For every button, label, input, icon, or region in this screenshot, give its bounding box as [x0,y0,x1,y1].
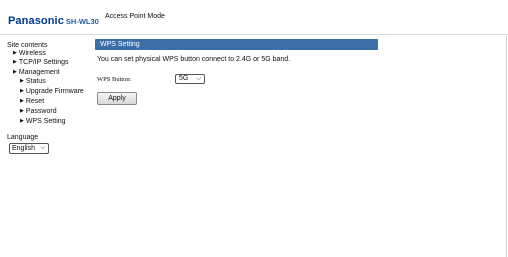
sidebar-item-label: Reset [25,98,45,105]
mode-title: Access Point Mode [105,13,165,20]
brand-name: Panasonic [8,15,64,27]
language-heading: Language [7,134,39,141]
section-header: WPS Setting [95,39,378,50]
description-text: You can set physical WPS button connect … [97,56,291,63]
main-content: WPS Setting You can set physical WPS but… [92,36,508,257]
language-select-value: English [12,145,35,152]
sidebar-item-label: Wireless [18,50,46,57]
sidebar-item-label: Upgrade Firmware [25,88,84,95]
triangle-right-icon: ▶ [13,59,17,65]
sidebar-item-label: Password [25,108,57,115]
apply-button[interactable]: Apply [97,92,137,105]
wps-button-select[interactable]: 5G ⌵ [175,74,205,84]
triangle-right-icon: ▶ [20,108,24,114]
sidebar: Site contents ▶ Wireless ▶ TCP/IP Settings… [0,36,92,257]
language-select[interactable]: English ⌵ [9,143,49,154]
wps-button-label: WPS Button: [97,76,132,83]
chevron-down-icon: ⌵ [196,76,201,82]
chevron-down-icon: ⌵ [40,145,45,151]
sidebar-item-label: WPS Setting [25,118,66,125]
triangle-right-icon: ▶ [20,88,24,94]
triangle-right-icon: ▶ [20,118,24,124]
wps-select-value: 5G [179,75,189,82]
sidebar-item-label: TCP/IP Settings [18,59,69,66]
triangle-right-icon: ▶ [13,69,17,75]
sidebar-item-password[interactable]: ▶ Password [20,107,57,116]
triangle-right-icon: ▶ [20,78,24,84]
sidebar-item-reset[interactable]: ▶ Reset [20,97,44,106]
sidebar-item-label: Status [25,78,46,85]
content-border [506,36,507,257]
sidebar-item-management[interactable]: ▶ Management [13,68,60,77]
brand-model: SH-WL30 [65,17,99,26]
triangle-right-icon: ▶ [13,50,17,56]
triangle-right-icon: ▶ [20,98,24,104]
page: Panasonic SH-WL30 Access Point Mode Site … [0,0,508,257]
sidebar-item-status[interactable]: ▶ Status [20,77,46,86]
sidebar-item-tcpip-settings[interactable]: ▶ TCP/IP Settings [13,58,69,67]
sidebar-item-wireless[interactable]: ▶ Wireless [13,49,46,58]
header-bar: Panasonic SH-WL30 Access Point Mode [0,0,508,35]
sidebar-item-upgrade-firmware[interactable]: ▶ Upgrade Firmware [20,87,84,96]
brand-logo: Panasonic SH-WL30 [8,11,99,29]
sidebar-item-label: Management [18,69,60,76]
sidebar-item-wps-setting[interactable]: ▶ WPS Setting [20,117,66,126]
